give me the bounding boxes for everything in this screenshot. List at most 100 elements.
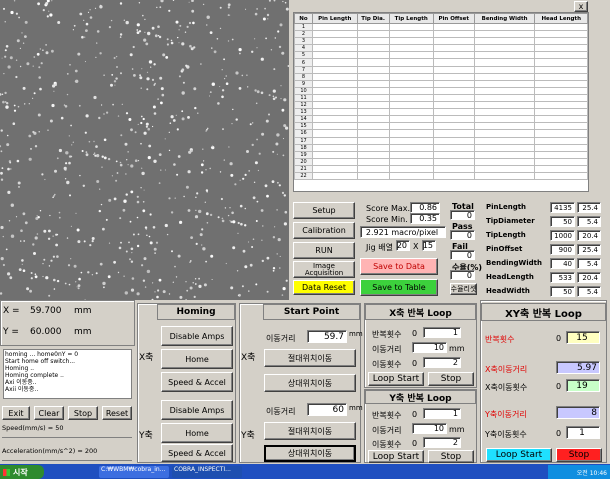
table-cell[interactable] [356, 30, 390, 39]
table-cell[interactable] [356, 129, 390, 138]
table-cell[interactable] [534, 37, 588, 46]
table-row[interactable]: 13 [294, 108, 588, 117]
row-number[interactable]: 19 [294, 150, 313, 159]
table-cell[interactable] [473, 157, 536, 166]
macro-pixel-field[interactable]: 2.921 macro/pixel [360, 226, 446, 238]
table-cell[interactable] [388, 65, 434, 74]
table-cell[interactable] [432, 122, 475, 131]
table-cell[interactable] [473, 150, 536, 159]
clear-button[interactable]: Clear [34, 406, 64, 420]
table-cell[interactable] [356, 44, 390, 53]
table-cell[interactable] [432, 101, 475, 110]
x-loop-count-field[interactable]: 2 [423, 357, 461, 368]
table-cell[interactable] [473, 30, 536, 39]
x-home-button[interactable]: Home [161, 349, 233, 369]
table-row[interactable]: 16 [294, 129, 588, 138]
table-cell[interactable] [356, 79, 390, 88]
table-cell[interactable] [312, 143, 358, 152]
row-number[interactable]: 4 [294, 44, 313, 53]
x-loop-start-button[interactable]: Loop Start [368, 372, 424, 386]
table-cell[interactable] [534, 143, 588, 152]
score-min-field[interactable]: 0.35 [410, 213, 440, 224]
row-number[interactable]: 21 [294, 164, 313, 173]
row-number[interactable]: 15 [294, 122, 313, 131]
table-cell[interactable] [534, 44, 588, 53]
table-row[interactable]: 15 [294, 122, 588, 131]
table-cell[interactable] [473, 129, 536, 138]
row-number[interactable]: 6 [294, 58, 313, 67]
table-cell[interactable] [312, 79, 358, 88]
xy-y-distance-field[interactable]: 8 [556, 406, 600, 419]
x-loop-stop-button[interactable]: Stop [428, 372, 474, 386]
table-cell[interactable] [432, 44, 475, 53]
table-cell[interactable] [534, 65, 588, 74]
table-cell[interactable] [388, 44, 434, 53]
table-cell[interactable] [473, 58, 536, 67]
x-rel-move-button[interactable]: 상대위치이동 [264, 374, 356, 392]
table-row[interactable]: 5 [294, 51, 588, 60]
table-cell[interactable] [473, 51, 536, 60]
table-cell[interactable] [312, 115, 358, 124]
table-cell[interactable] [534, 122, 588, 131]
table-cell[interactable] [432, 72, 475, 81]
reset-button[interactable]: Reset [102, 406, 132, 420]
table-cell[interactable] [356, 150, 390, 159]
table-cell[interactable] [473, 122, 536, 131]
table-cell[interactable] [356, 65, 390, 74]
row-number[interactable]: 7 [294, 65, 313, 74]
table-cell[interactable] [356, 72, 390, 81]
table-column-header[interactable]: Head Length [534, 13, 588, 24]
row-number[interactable]: 8 [294, 72, 313, 81]
table-row[interactable]: 18 [294, 143, 588, 152]
table-cell[interactable] [312, 93, 358, 103]
table-cell[interactable] [473, 171, 536, 181]
table-cell[interactable] [312, 108, 358, 117]
x-disable-amps-button[interactable]: Disable Amps [161, 326, 233, 346]
setup-button[interactable]: Setup [293, 202, 355, 219]
y-move-distance-field[interactable]: 60 [307, 403, 347, 416]
table-row[interactable]: 1 [294, 22, 588, 32]
x-speed-accel-button[interactable]: Speed & Accel [161, 372, 233, 392]
table-cell[interactable] [534, 101, 588, 110]
table-row[interactable]: 10 [294, 86, 588, 95]
table-row[interactable]: 4 [294, 44, 588, 53]
table-column-header[interactable]: Tip Length [388, 13, 434, 24]
table-cell[interactable] [388, 122, 434, 131]
table-cell[interactable] [473, 86, 536, 95]
close-button[interactable]: x [574, 1, 588, 12]
table-cell[interactable] [473, 22, 536, 32]
table-cell[interactable] [432, 51, 475, 60]
table-cell[interactable] [534, 150, 588, 159]
table-cell[interactable] [356, 171, 390, 181]
taskbar-item-cobra[interactable]: COBRA_INSPECTI... [172, 466, 242, 478]
image-acquisition-button[interactable]: Image Acquisition [293, 261, 355, 278]
table-cell[interactable] [473, 44, 536, 53]
table-cell[interactable] [473, 143, 536, 152]
table-cell[interactable] [534, 79, 588, 88]
y-rel-move-button[interactable]: 상대위치이동 [264, 445, 356, 462]
row-number[interactable]: 17 [294, 136, 313, 145]
table-cell[interactable] [388, 93, 434, 103]
table-cell[interactable] [473, 101, 536, 110]
table-cell[interactable] [534, 72, 588, 81]
table-cell[interactable] [312, 44, 358, 53]
table-cell[interactable] [473, 136, 536, 145]
x-loop-repeat-field[interactable]: 1 [423, 327, 461, 338]
table-cell[interactable] [312, 22, 358, 32]
table-cell[interactable] [388, 86, 434, 95]
table-cell[interactable] [432, 136, 475, 145]
y-loop-count-field[interactable]: 2 [423, 437, 461, 448]
table-cell[interactable] [473, 108, 536, 117]
save-to-table-button[interactable]: Save to Table [360, 279, 438, 296]
table-cell[interactable] [356, 93, 390, 103]
jig-y-field[interactable]: 15 [422, 240, 436, 251]
row-number[interactable]: 20 [294, 157, 313, 166]
table-cell[interactable] [432, 129, 475, 138]
y-home-button[interactable]: Home [161, 423, 233, 443]
table-cell[interactable] [312, 129, 358, 138]
calibration-button[interactable]: Calibration [293, 222, 355, 239]
score-max-field[interactable]: 0.86 [410, 202, 440, 213]
table-cell[interactable] [388, 129, 434, 138]
table-cell[interactable] [534, 129, 588, 138]
table-cell[interactable] [356, 122, 390, 131]
